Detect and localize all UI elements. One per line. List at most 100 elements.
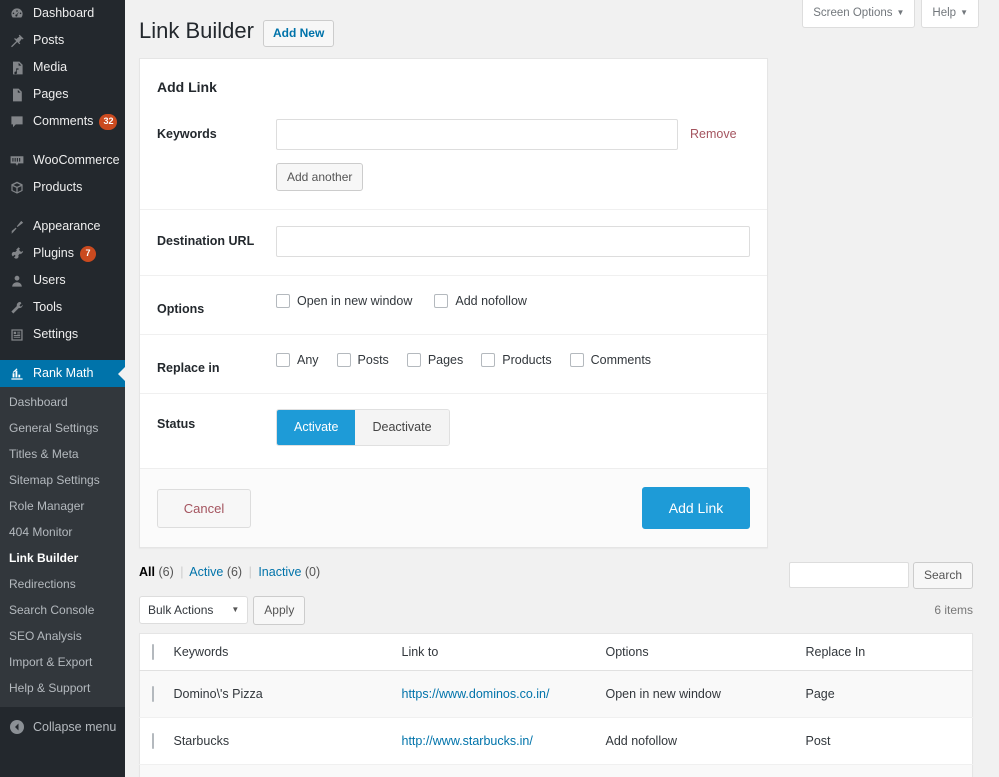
checkbox[interactable] [276,353,290,367]
option-add-nofollow[interactable]: Add nofollow [434,294,527,308]
menu-separator [0,135,125,147]
appearance-icon [9,219,25,235]
links-table: Keywords Link to Options Replace In Domi… [139,633,973,777]
search-input[interactable] [789,562,909,588]
menu-separator [0,201,125,213]
checkbox[interactable] [276,294,290,308]
table-row[interactable]: Costa Expresshttps://costaexpressbusines… [140,764,973,777]
search-button[interactable]: Search [913,562,973,589]
card-title: Add Link [140,59,767,111]
checkbox[interactable] [337,353,351,367]
sidebar-item-tools[interactable]: Tools [0,294,125,321]
sidebar-item-media[interactable]: Media [0,54,125,81]
card-footer: Cancel Add Link [140,468,767,547]
sidebar-item-appearance[interactable]: Appearance [0,213,125,240]
replace-in-comments[interactable]: Comments [570,353,651,367]
column-header-options[interactable]: Options [606,633,806,670]
collapse-menu-button[interactable]: Collapse menu [0,711,125,743]
cell-replace-in: Post [806,717,973,764]
view-active-link[interactable]: Active [189,565,223,579]
replace-in-pages[interactable]: Pages [407,353,463,367]
submenu-item-search-console[interactable]: Search Console [0,597,125,623]
list-toolbar-top: All (6) | Active (6) | Inactive (0) Sear… [139,562,973,589]
submenu-item-sitemap-settings[interactable]: Sitemap Settings [0,467,125,493]
table-row[interactable]: Domino\'s Pizzahttps://www.dominos.co.in… [140,670,973,717]
submenu-item-import-export[interactable]: Import & Export [0,649,125,675]
sidebar-item-posts[interactable]: Posts [0,27,125,54]
submenu-item-titles-meta[interactable]: Titles & Meta [0,441,125,467]
add-link-submit-button[interactable]: Add Link [642,487,750,529]
column-header-link-to[interactable]: Link to [402,633,606,670]
submenu-item-general-settings[interactable]: General Settings [0,415,125,441]
link-to-url[interactable]: https://www.dominos.co.in/ [402,687,550,701]
menu-separator [0,348,125,360]
cell-options: Open in new window [606,764,806,777]
sidebar-item-plugins[interactable]: Plugins7 [0,240,125,267]
sidebar-item-rank-math[interactable]: Rank Math [0,360,125,387]
column-header-replace-in[interactable]: Replace In [806,633,973,670]
sidebar-item-comments[interactable]: Comments32 [0,108,125,135]
sidebar-item-users[interactable]: Users [0,267,125,294]
table-row[interactable]: Starbuckshttp://www.starbucks.in/Add nof… [140,717,973,764]
options-field-row: Options Open in new windowAdd nofollow [140,275,767,334]
submenu-item-404-monitor[interactable]: 404 Monitor [0,519,125,545]
submenu-item-dashboard[interactable]: Dashboard [0,389,125,415]
replace-in-any[interactable]: Any [276,353,319,367]
view-inactive-link[interactable]: Inactive [258,565,301,579]
submenu-item-link-builder[interactable]: Link Builder [0,545,125,571]
row-checkbox[interactable] [152,733,154,749]
replace-in-label: Replace in [157,353,276,375]
sidebar-item-settings[interactable]: Settings [0,321,125,348]
checkbox-label: Open in new window [297,294,412,308]
cell-replace-in: Product [806,764,973,777]
replace-in-posts[interactable]: Posts [337,353,389,367]
add-another-button[interactable]: Add another [276,163,363,192]
replace-in-checkbox-group: Any Posts Pages Products Comments [276,353,750,367]
add-new-button[interactable]: Add New [263,20,334,47]
settings-icon [9,327,25,343]
bulk-actions-label: Bulk Actions [148,601,213,619]
checkbox[interactable] [407,353,421,367]
checkbox[interactable] [481,353,495,367]
sidebar-item-label: Products [33,181,82,194]
checkbox[interactable] [434,294,448,308]
view-all-link[interactable]: All [139,565,155,579]
options-checkbox-group: Open in new window Add nofollow [276,294,750,308]
cell-link-to: http://www.starbucks.in/ [402,717,606,764]
sidebar-item-label: Appearance [33,220,100,233]
activate-button[interactable]: Activate [277,410,355,445]
select-all-checkbox[interactable] [152,644,154,660]
help-button[interactable]: Help▼ [921,0,979,28]
submenu-item-seo-analysis[interactable]: SEO Analysis [0,623,125,649]
table-nav: Bulk Actions ▼ Apply 6 items [139,596,973,625]
deactivate-button[interactable]: Deactivate [355,410,448,445]
destination-url-input[interactable] [276,226,750,257]
sidebar-item-label: Tools [33,301,62,314]
comments-icon [9,114,25,130]
cancel-button[interactable]: Cancel [157,489,251,528]
replace-in-products[interactable]: Products [481,353,551,367]
column-header-keywords[interactable]: Keywords [174,633,402,670]
screen-options-button[interactable]: Screen Options▼ [802,0,915,28]
row-select-cell [140,670,174,717]
sidebar-item-woocommerce[interactable]: WooCommerce [0,147,125,174]
tools-icon [9,300,25,316]
apply-button[interactable]: Apply [253,596,305,625]
bulk-actions-select[interactable]: Bulk Actions ▼ [139,596,248,624]
keywords-input[interactable] [276,119,678,150]
link-to-url[interactable]: http://www.starbucks.in/ [402,734,533,748]
sidebar-item-dashboard[interactable]: Dashboard [0,0,125,27]
rank-math-icon [9,366,25,382]
keywords-label: Keywords [157,119,276,141]
submenu-item-role-manager[interactable]: Role Manager [0,493,125,519]
row-checkbox[interactable] [152,686,154,702]
checkbox-label: Any [297,353,319,367]
option-open-in-new-window[interactable]: Open in new window [276,294,412,308]
remove-keyword-link[interactable]: Remove [690,127,737,141]
cell-keywords: Starbucks [174,717,402,764]
checkbox[interactable] [570,353,584,367]
submenu-item-redirections[interactable]: Redirections [0,571,125,597]
sidebar-item-pages[interactable]: Pages [0,81,125,108]
submenu-item-help-support[interactable]: Help & Support [0,675,125,701]
sidebar-item-products[interactable]: Products [0,174,125,201]
